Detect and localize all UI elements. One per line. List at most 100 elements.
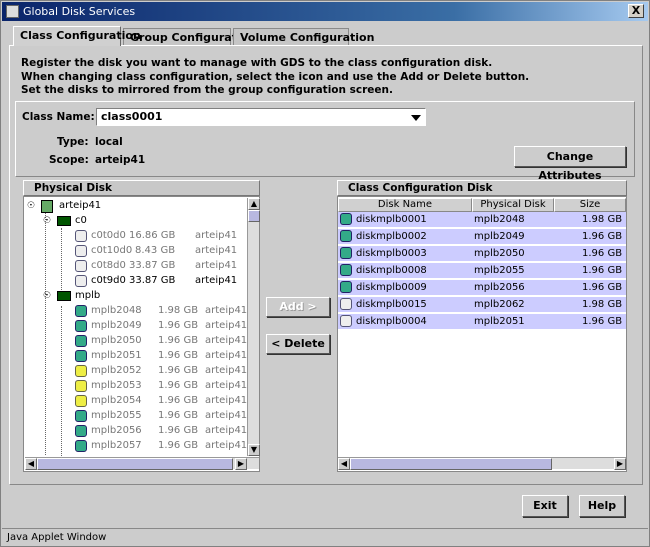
instruction-line: Register the disk you want to manage wit…	[21, 57, 493, 69]
disk-size: 1.96 GB	[158, 380, 199, 391]
tree-disk-node[interactable]: mplb2055 1.96 GB arteip41:	[25, 409, 249, 424]
table-row[interactable]: diskmplb0009 mplb2056 1.96 GB	[338, 280, 626, 296]
disk-icon	[75, 260, 87, 272]
physical-disk-cell: mplb2056	[474, 282, 525, 293]
table-row[interactable]: diskmplb0008 mplb2055 1.96 GB	[338, 263, 626, 279]
disk-host: arteip41	[195, 260, 238, 271]
tree-disk-node[interactable]: c0t8d0 33.87 GB arteip41	[25, 259, 249, 274]
physical-disk-tree[interactable]: ☉ arteip41 ☉ c0 c0t0d0 16.86 GB arteip41…	[25, 198, 249, 456]
disk-name: c0t9d0	[91, 275, 126, 286]
class-name-label: Class Name:	[22, 111, 95, 123]
class-config-disk-table[interactable]: Disk Name Physical Disk Size diskmplb000…	[338, 198, 626, 458]
class-config-hscrollbar[interactable]: ◀ ▶	[338, 457, 626, 470]
type-value: local	[95, 136, 123, 148]
window-title: Global Disk Services	[23, 5, 136, 18]
disk-name-cell: diskmplb0015	[356, 299, 427, 310]
scroll-down-icon[interactable]: ▼	[248, 444, 260, 456]
tree-disk-node[interactable]: mplb2050 1.96 GB arteip41:	[25, 334, 249, 349]
scroll-up-icon[interactable]: ▲	[248, 198, 260, 210]
tree-controller-node[interactable]: ☉ c0	[25, 214, 249, 229]
instruction-line: When changing class configuration, selec…	[21, 70, 530, 83]
table-row[interactable]: diskmplb0004 mplb2051 1.96 GB	[338, 314, 626, 330]
physical-disk-cell: mplb2048	[474, 214, 525, 225]
disk-size: 33.87 GB	[129, 275, 176, 286]
scroll-right-icon[interactable]: ▶	[614, 458, 626, 470]
close-button[interactable]: X	[628, 4, 644, 18]
table-row[interactable]: diskmplb0001 mplb2048 1.98 GB	[338, 212, 626, 228]
disk-size: 8.43 GB	[135, 245, 176, 256]
tree-disk-node[interactable]: mplb2048 1.98 GB arteip41:	[25, 304, 249, 319]
column-header-physical-disk[interactable]: Physical Disk	[472, 198, 554, 212]
disk-size: 1.96 GB	[158, 335, 199, 346]
scroll-thumb[interactable]	[37, 458, 233, 470]
expand-key-icon[interactable]: ☉	[43, 291, 51, 301]
disk-name-cell: diskmplb0004	[356, 316, 427, 327]
scroll-left-icon[interactable]: ◀	[338, 458, 350, 470]
size-cell: 1.96 GB	[582, 231, 623, 242]
table-row[interactable]: diskmplb0002 mplb2049 1.96 GB	[338, 229, 626, 245]
change-attributes-button[interactable]: Change Attributes	[514, 146, 626, 182]
tree-disk-node[interactable]: mplb2049 1.96 GB arteip41:	[25, 319, 249, 334]
physical-disk-cell: mplb2055	[474, 265, 525, 276]
tree-disk-node[interactable]: mplb2053 1.96 GB arteip41:	[25, 379, 249, 394]
help-button[interactable]: Help	[579, 495, 625, 517]
physical-disk-vscrollbar[interactable]: ▲ ▼	[247, 198, 260, 456]
tree-disk-node[interactable]: mplb2054 1.96 GB arteip41:	[25, 394, 249, 409]
controller-icon	[57, 216, 71, 226]
tree-controller-node[interactable]: ☉ mplb	[25, 289, 249, 304]
delete-button[interactable]: < Delete	[266, 334, 330, 354]
disk-name: mplb2048	[91, 305, 142, 316]
exit-button[interactable]: Exit	[522, 495, 568, 517]
scroll-left-icon[interactable]: ◀	[25, 458, 37, 470]
disk-icon	[75, 380, 87, 392]
tree-host-node[interactable]: ☉ arteip41	[25, 199, 249, 214]
size-cell: 1.96 GB	[582, 248, 623, 259]
physical-disk-cell: mplb2062	[474, 299, 525, 310]
size-cell: 1.96 GB	[582, 265, 623, 276]
instructions: Register the disk you want to manage wit…	[21, 57, 529, 98]
instruction-line: Set the disks to mirrored from the group…	[21, 84, 394, 96]
tree-disk-node[interactable]: c0t0d0 16.86 GB arteip41	[25, 229, 249, 244]
tree-disk-node[interactable]: mplb2052 1.96 GB arteip41:	[25, 364, 249, 379]
tab-class-configuration[interactable]: Class Configuration	[13, 26, 141, 46]
chevron-down-icon	[411, 115, 421, 121]
disk-name: mplb2049	[91, 320, 142, 331]
disk-icon	[75, 320, 87, 332]
disk-name: mplb2051	[91, 350, 142, 361]
disk-icon	[340, 213, 352, 225]
expand-key-icon[interactable]: ☉	[43, 216, 51, 226]
disk-icon	[75, 395, 87, 407]
disk-size: 1.96 GB	[158, 425, 199, 436]
disk-icon	[75, 350, 87, 362]
column-header-disk-name[interactable]: Disk Name	[338, 198, 472, 212]
disk-name: mplb2057	[91, 440, 142, 451]
table-row[interactable]: diskmplb0015 mplb2062 1.98 GB	[338, 297, 626, 313]
tree-disk-node[interactable]: c0t10d0 8.43 GB arteip41	[25, 244, 249, 259]
size-cell: 1.96 GB	[582, 282, 623, 293]
tree-disk-node[interactable]: mplb2051 1.96 GB arteip41:	[25, 349, 249, 364]
physical-disk-header: Physical Disk	[23, 180, 260, 196]
disk-icon	[340, 230, 352, 242]
disk-host: arteip41:	[205, 320, 249, 331]
title-bar[interactable]: Global Disk Services X	[2, 2, 648, 21]
scroll-thumb[interactable]	[350, 458, 552, 470]
expand-key-icon[interactable]: ☉	[27, 201, 35, 211]
disk-size: 1.96 GB	[158, 395, 199, 406]
tree-disk-node[interactable]: mplb2057 1.96 GB arteip41:	[25, 439, 249, 454]
disk-icon	[75, 275, 87, 287]
add-button[interactable]: Add >	[266, 297, 330, 317]
table-row[interactable]: diskmplb0003 mplb2050 1.96 GB	[338, 246, 626, 262]
scroll-thumb[interactable]	[248, 210, 260, 222]
tree-disk-node[interactable]: c0t9d0 33.87 GB arteip41	[25, 274, 249, 289]
disk-name: mplb2055	[91, 410, 142, 421]
tab-volume-configuration[interactable]: Volume Configuration	[233, 28, 374, 45]
disk-size: 16.86 GB	[129, 230, 176, 241]
tree-disk-node[interactable]: mplb2056 1.96 GB arteip41:	[25, 424, 249, 439]
disk-icon	[75, 440, 87, 452]
physical-disk-hscrollbar[interactable]: ◀ ▶	[25, 457, 259, 470]
scroll-right-icon[interactable]: ▶	[235, 458, 247, 470]
class-name-combo[interactable]: class0001	[96, 108, 426, 126]
controller-label: mplb	[75, 290, 101, 301]
column-header-size[interactable]: Size	[554, 198, 626, 212]
host-icon	[41, 200, 53, 213]
